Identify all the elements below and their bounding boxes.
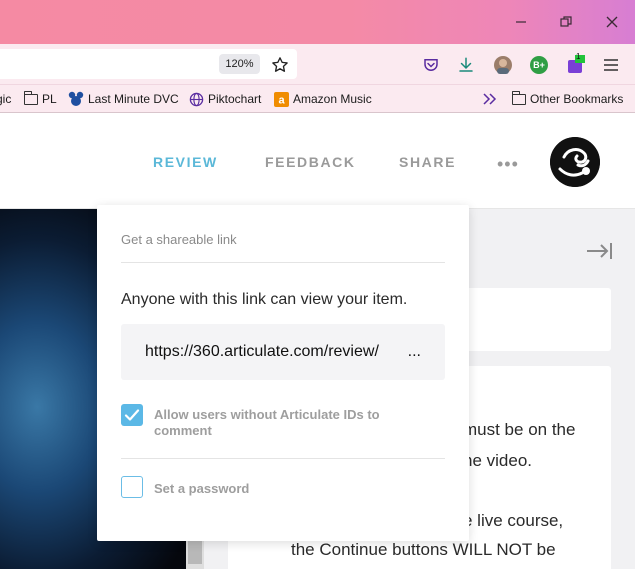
amazon-icon: a (274, 91, 289, 107)
close-window-button[interactable] (599, 10, 625, 34)
avatar-logo-icon (550, 137, 600, 187)
profile-avatar-button[interactable] (492, 54, 514, 76)
share-link-field[interactable]: https://360.articulate.com/review/ ... (121, 324, 445, 380)
browser-titlebar (0, 0, 635, 44)
comment-text: must be on the (463, 420, 576, 439)
divider (121, 262, 445, 263)
share-link-ellipsis: ... (407, 343, 421, 360)
bookmark-star-button[interactable] (269, 54, 291, 76)
avatar[interactable] (550, 137, 600, 187)
allow-comments-label-line1: Allow users without Articulate IDs to (154, 407, 380, 422)
bookmark-item-piktochart[interactable]: Piktochart (189, 90, 261, 108)
other-bookmarks-label: Other Bookmarks (530, 92, 624, 106)
bookmarks-bar: gic PL Last Minute DVC Piktochart a Amaz… (0, 85, 635, 113)
bookmarks-overflow-button[interactable] (483, 90, 497, 108)
share-description: Anyone with this link can view your item… (121, 291, 408, 308)
bookmark-item-last-minute-dvc[interactable]: Last Minute DVC (68, 90, 179, 108)
tab-share[interactable]: SHARE (399, 154, 456, 170)
set-password-checkbox[interactable] (121, 476, 143, 498)
menu-button[interactable] (600, 54, 622, 76)
bookmark-label: Amazon Music (293, 92, 372, 106)
share-popup: Get a shareable link Anyone with this li… (97, 205, 469, 541)
close-icon (606, 16, 618, 28)
more-options-button[interactable]: ••• (497, 154, 519, 175)
app-header: REVIEW FEEDBACK SHARE ••• (0, 113, 635, 209)
allow-comments-checkbox[interactable] (121, 404, 143, 426)
zoom-level-button[interactable]: 120% (219, 54, 260, 74)
extension-badge: 1 (576, 52, 581, 61)
bookmark-folder-pl[interactable]: PL (23, 90, 57, 108)
svg-text:a: a (278, 94, 285, 106)
double-chevron-right-icon (483, 93, 497, 105)
divider (121, 458, 445, 459)
extension-puzzle-button[interactable]: 1 (564, 52, 586, 76)
restore-icon (560, 16, 572, 27)
share-link-text: https://360.articulate.com/review/ (145, 343, 379, 360)
extension-icon (568, 55, 585, 73)
download-icon (459, 57, 473, 72)
downloads-button[interactable] (455, 54, 477, 76)
allow-comments-label[interactable]: Allow users without Articulate IDs to co… (154, 407, 380, 439)
arrow-to-right-icon (587, 243, 612, 259)
profile-photo-icon (494, 56, 512, 74)
bookmark-item-amazon-music[interactable]: a Amazon Music (274, 90, 372, 108)
star-icon (272, 57, 288, 72)
share-popup-heading: Get a shareable link (121, 232, 237, 247)
hamburger-icon (604, 59, 618, 71)
folder-icon (511, 90, 526, 105)
bookmark-label: Piktochart (208, 92, 262, 106)
globe-icon (189, 92, 204, 106)
tab-feedback[interactable]: FEEDBACK (265, 154, 356, 170)
other-bookmarks-folder[interactable]: Other Bookmarks (511, 90, 624, 108)
folder-icon (23, 90, 38, 105)
collapse-panel-button[interactable] (585, 241, 613, 261)
restore-button[interactable] (553, 10, 579, 34)
extension-bplus-button[interactable]: B+ (528, 54, 550, 76)
pocket-button[interactable] (420, 54, 442, 76)
comment-text: the Continue buttons WILL NOT be (291, 540, 556, 559)
tab-review[interactable]: REVIEW (153, 154, 218, 170)
mickey-icon (68, 91, 84, 106)
bookmark-label: Last Minute DVC (88, 92, 179, 106)
comment-text: e live course, (463, 511, 564, 530)
set-password-label[interactable]: Set a password (154, 481, 249, 497)
minimize-button[interactable] (508, 10, 534, 34)
allow-comments-label-line2: comment (154, 423, 212, 438)
bookmark-label: PL (42, 92, 57, 106)
bookmark-item-gic[interactable]: gic (0, 90, 11, 108)
bookmark-label: gic (0, 92, 12, 106)
bplus-icon: B+ (530, 56, 548, 74)
minimize-icon (516, 21, 526, 23)
comment-text: ne video. (463, 451, 532, 470)
checkmark-icon (124, 409, 140, 421)
pocket-icon (424, 59, 438, 71)
